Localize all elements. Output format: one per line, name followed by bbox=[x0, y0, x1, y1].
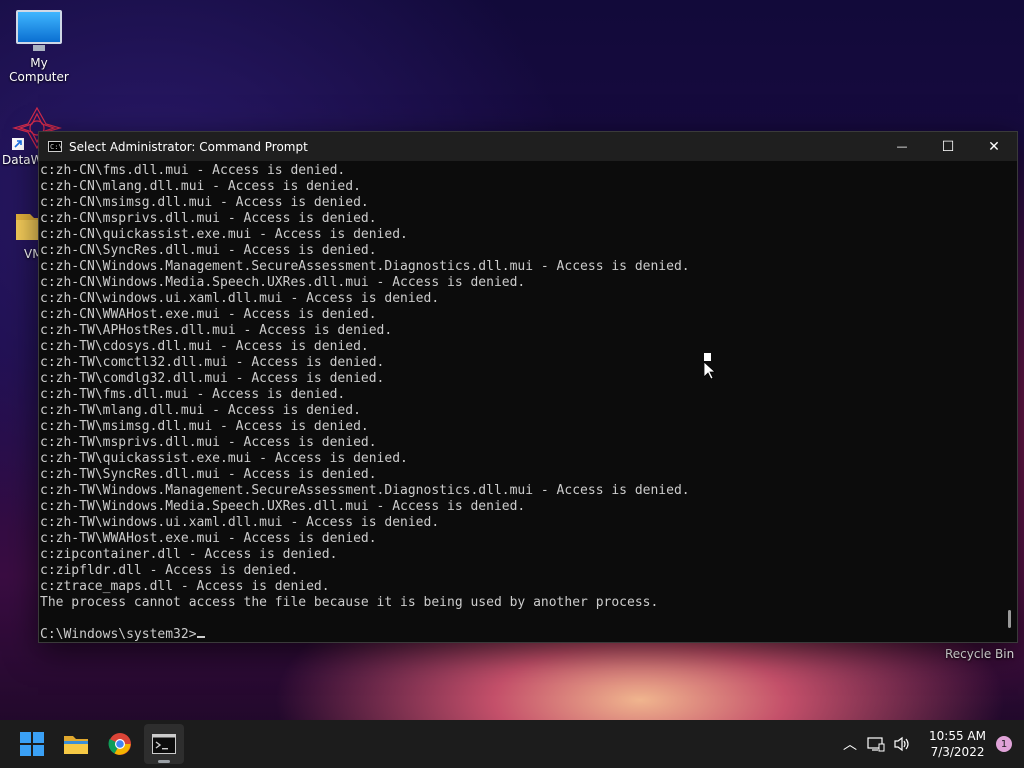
scrollbar-thumb[interactable] bbox=[1008, 610, 1011, 628]
notification-badge[interactable]: 1 bbox=[996, 736, 1012, 752]
console-line: c:ztrace_maps.dll - Access is denied. bbox=[40, 579, 330, 594]
console-line: c:zh-CN\quickassist.exe.mui - Access is … bbox=[40, 227, 408, 242]
console-line: c:zh-TW\SyncRes.dll.mui - Access is deni… bbox=[40, 467, 377, 482]
maximize-icon: ☐ bbox=[941, 138, 955, 155]
console-prompt: C:\Windows\system32> bbox=[40, 627, 197, 642]
cmd-icon: C:\ bbox=[48, 141, 63, 152]
console-line: The process cannot access the file becau… bbox=[40, 595, 659, 610]
minimize-button[interactable]: — bbox=[879, 132, 925, 161]
console-line: c:zh-CN\WWAHost.exe.mui - Access is deni… bbox=[40, 307, 377, 322]
taskbar-file-explorer[interactable] bbox=[56, 724, 96, 764]
console-line: c:zh-TW\quickassist.exe.mui - Access is … bbox=[40, 451, 408, 466]
minimize-icon: — bbox=[896, 140, 908, 153]
chevron-up-icon: ︿ bbox=[843, 737, 858, 753]
taskbar-command-prompt[interactable] bbox=[144, 724, 184, 764]
desktop-icon-my-computer[interactable]: My Computer bbox=[0, 10, 79, 84]
title-bar[interactable]: C:\ Select Administrator: Command Prompt… bbox=[39, 132, 1017, 161]
cmd-icon bbox=[152, 734, 176, 754]
console-line: c:zh-TW\mlang.dll.mui - Access is denied… bbox=[40, 403, 361, 418]
monitor-icon bbox=[16, 10, 62, 51]
desktop-icon-recycle-bin[interactable]: Recycle Bin bbox=[945, 647, 1014, 661]
volume-button[interactable] bbox=[889, 736, 915, 752]
console-line: c:zh-TW\cdosys.dll.mui - Access is denie… bbox=[40, 339, 369, 354]
console-line: c:zh-TW\comdlg32.dll.mui - Access is den… bbox=[40, 371, 385, 386]
network-button[interactable] bbox=[863, 736, 889, 752]
network-icon bbox=[867, 737, 885, 752]
console-line: c:zh-TW\APHostRes.dll.mui - Access is de… bbox=[40, 323, 393, 338]
console-line: c:zh-TW\comctl32.dll.mui - Access is den… bbox=[40, 355, 385, 370]
console-line: c:zh-CN\Windows.Media.Speech.UXRes.dll.m… bbox=[40, 275, 526, 290]
system-tray: ︿ 10:55 AM 7/3/2022 1 bbox=[837, 720, 1024, 768]
close-button[interactable]: ✕ bbox=[971, 132, 1017, 161]
command-prompt-window[interactable]: C:\ Select Administrator: Command Prompt… bbox=[38, 131, 1018, 643]
close-icon: ✕ bbox=[988, 138, 1000, 155]
windows-start-icon bbox=[20, 732, 44, 756]
chrome-icon bbox=[108, 733, 131, 755]
console-line: c:zh-TW\fms.dll.mui - Access is denied. bbox=[40, 387, 346, 402]
console-line: c:zh-CN\msprivs.dll.mui - Access is deni… bbox=[40, 211, 377, 226]
console-output[interactable]: c:zh-CN\fms.dll.mui - Access is denied. c… bbox=[39, 161, 1001, 642]
taskbar: ︿ 10:55 AM 7/3/2022 1 bbox=[0, 720, 1024, 768]
console-line: c:zh-TW\msimsg.dll.mui - Access is denie… bbox=[40, 419, 369, 434]
clock-time: 10:55 AM bbox=[929, 729, 986, 743]
show-hidden-icons-button[interactable]: ︿ bbox=[837, 734, 863, 754]
console-prompt-line[interactable]: C:\Windows\system32> bbox=[40, 627, 1001, 642]
clock[interactable]: 10:55 AM 7/3/2022 bbox=[929, 728, 986, 760]
speaker-icon bbox=[894, 736, 909, 752]
console-line: c:zh-TW\msprivs.dll.mui - Access is deni… bbox=[40, 435, 377, 450]
console-line: c:zh-TW\WWAHost.exe.mui - Access is deni… bbox=[40, 531, 377, 546]
text-caret bbox=[196, 636, 205, 638]
start-button[interactable] bbox=[12, 724, 52, 764]
console-line: c:zipcontainer.dll - Access is denied. bbox=[40, 547, 338, 562]
console-line: c:zh-CN\mlang.dll.mui - Access is denied… bbox=[40, 179, 361, 194]
console-line: c:zh-TW\Windows.Management.SecureAssessm… bbox=[40, 483, 690, 498]
taskbar-chrome[interactable] bbox=[100, 724, 140, 764]
console-line: c:zh-CN\msimsg.dll.mui - Access is denie… bbox=[40, 195, 369, 210]
desktop-icon-label: My Computer bbox=[9, 56, 69, 84]
console-line: c:zh-TW\Windows.Media.Speech.UXRes.dll.m… bbox=[40, 499, 526, 514]
folder-icon bbox=[64, 736, 88, 754]
console-line: c:zh-TW\windows.ui.xaml.dll.mui - Access… bbox=[40, 515, 440, 530]
console-line: c:zh-CN\windows.ui.xaml.dll.mui - Access… bbox=[40, 291, 440, 306]
console-line: c:zipfldr.dll - Access is denied. bbox=[40, 563, 299, 578]
mouse-cursor-icon bbox=[704, 353, 716, 379]
console-line: c:zh-CN\SyncRes.dll.mui - Access is deni… bbox=[40, 243, 377, 258]
clock-date: 7/3/2022 bbox=[930, 745, 985, 759]
maximize-button[interactable]: ☐ bbox=[925, 132, 971, 161]
vertical-scrollbar[interactable] bbox=[1001, 161, 1017, 642]
console-line: c:zh-CN\fms.dll.mui - Access is denied. bbox=[40, 163, 346, 178]
console-line: c:zh-CN\Windows.Management.SecureAssessm… bbox=[40, 259, 690, 274]
window-title: Select Administrator: Command Prompt bbox=[69, 139, 308, 154]
